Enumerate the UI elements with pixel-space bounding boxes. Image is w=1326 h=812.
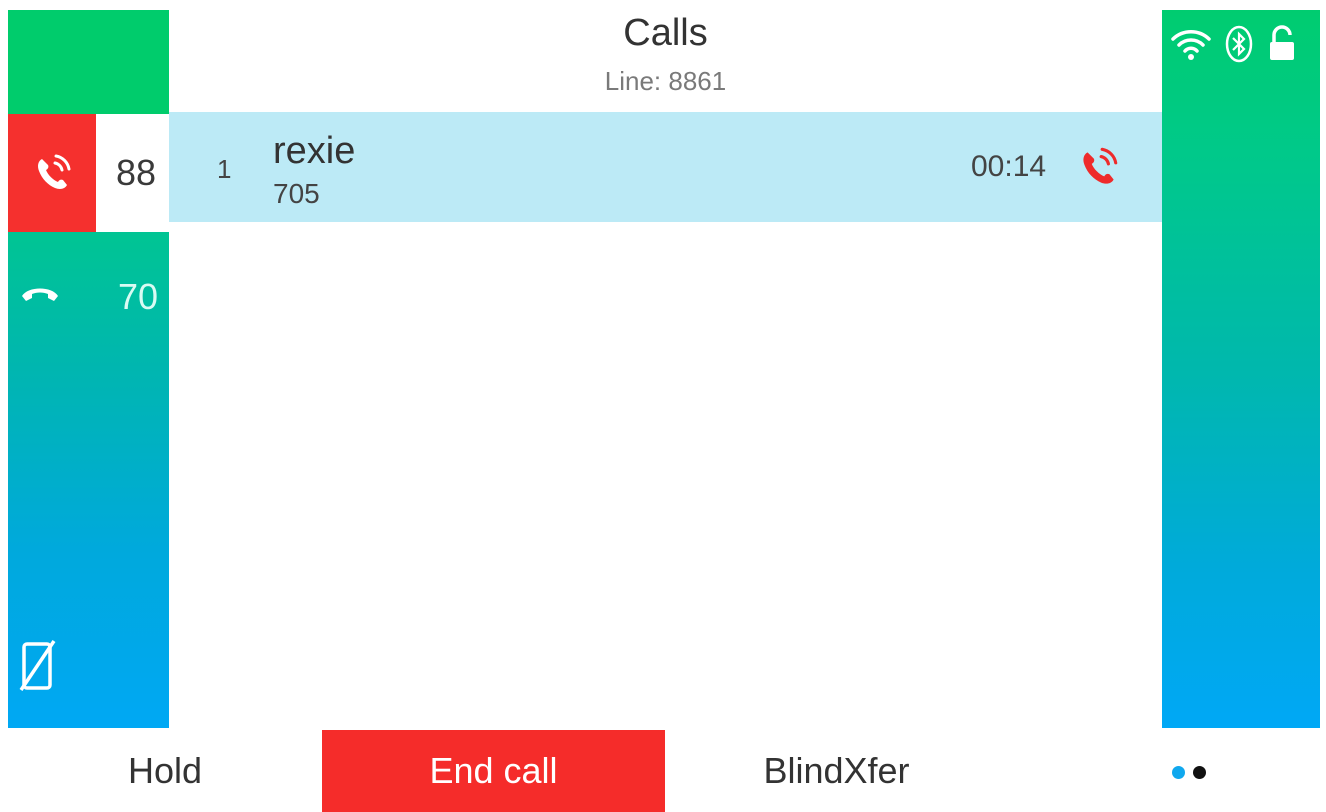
line-key-label: 88 (116, 152, 157, 193)
line-panel: 88 70 (8, 10, 169, 728)
call-row[interactable]: 1 rexie 705 00:14 (169, 112, 1162, 222)
line-key-active[interactable]: 88 (8, 114, 169, 232)
call-duration: 00:14 (971, 150, 1047, 183)
hold-button[interactable]: Hold (8, 730, 322, 812)
line-key-2[interactable]: 70 (8, 232, 169, 350)
bluetooth-icon (1224, 24, 1254, 69)
softkey-page-indicator[interactable] (1172, 766, 1206, 779)
caller-name: rexie (273, 130, 356, 172)
active-call-icon (1073, 142, 1123, 192)
unlocked-icon (1266, 24, 1298, 69)
header: Calls Line: 8861 (169, 0, 1162, 112)
blind-transfer-button[interactable]: BlindXfer (665, 730, 1008, 812)
line-subtitle: Line: 8861 (604, 66, 727, 96)
line-key-label: 70 (118, 276, 159, 317)
page-title: Calls (623, 12, 708, 54)
line-panel-top (8, 10, 169, 114)
wifi-icon (1170, 26, 1212, 67)
handset-icon (18, 274, 62, 314)
status-panel (1162, 10, 1320, 728)
caller-number: 705 (273, 178, 320, 209)
no-mobile-icon (18, 638, 58, 694)
status-bar (1170, 24, 1298, 69)
page-dot-current (1172, 766, 1185, 779)
page-dot (1193, 766, 1206, 779)
active-call-icon (8, 114, 96, 232)
end-call-button[interactable]: End call (322, 730, 665, 812)
call-index: 1 (217, 154, 232, 184)
